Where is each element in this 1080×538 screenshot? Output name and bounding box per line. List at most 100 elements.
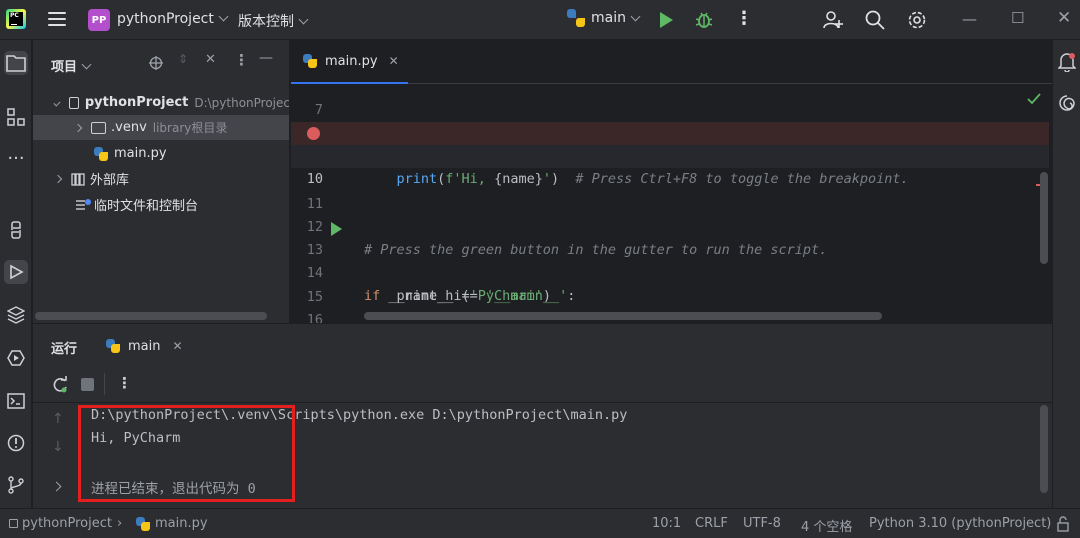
horizontal-scrollbar[interactable] — [35, 312, 267, 320]
chevron-down-icon — [53, 98, 61, 107]
run-tab-label: main — [128, 338, 161, 354]
problems-tool-icon[interactable] — [4, 431, 28, 455]
code-line: 13 if __name__ == '__main__': — [291, 216, 1049, 304]
run-config-selector[interactable]: main — [567, 9, 641, 27]
notifications-icon[interactable] — [1058, 52, 1076, 72]
python-file-icon — [94, 146, 108, 161]
close-tab-icon[interactable]: ✕ — [172, 339, 182, 353]
python-interpreter[interactable]: Python 3.10 (pythonProject) — [869, 516, 1051, 531]
code-line-current: 10 — [291, 145, 1049, 187]
gear-icon[interactable] — [906, 9, 928, 31]
project-icon — [9, 519, 18, 528]
vcs-menu[interactable]: 版本控制 — [238, 11, 309, 31]
add-user-icon[interactable] — [822, 9, 844, 31]
python-icon — [106, 339, 120, 353]
run-panel-header: 运行 main ✕ — [33, 323, 1052, 367]
tree-item-main-py[interactable]: main.py — [33, 141, 289, 166]
chevron-right-icon[interactable] — [51, 481, 62, 492]
minimize-icon[interactable]: — — [962, 10, 977, 28]
tree-item-external-libraries[interactable]: 外部库 — [33, 166, 289, 191]
python-file-icon — [136, 517, 150, 531]
tree-item-pythonproject[interactable]: pythonProject D:\pythonProjec — [33, 90, 290, 115]
run-tool-icon[interactable] — [4, 260, 28, 284]
maximize-icon[interactable]: ☐ — [1011, 9, 1024, 27]
stop-icon[interactable] — [81, 378, 94, 391]
run-icon[interactable] — [660, 12, 673, 28]
search-icon[interactable] — [864, 9, 886, 31]
project-tool-icon[interactable] — [4, 51, 28, 75]
code-line: 12 # Press the green button in the gutte… — [291, 193, 1049, 258]
layers-tool-icon[interactable] — [4, 303, 28, 327]
main-menu-icon[interactable] — [48, 12, 66, 26]
panel-options-icon[interactable]: ⋮ — [234, 51, 249, 69]
breadcrumb-file[interactable]: main.py — [155, 516, 208, 531]
horizontal-scrollbar[interactable] — [364, 312, 882, 320]
breakpoint-icon[interactable] — [307, 127, 320, 140]
folder-icon — [91, 121, 106, 134]
expand-collapse-icon[interactable]: ⇕ — [178, 52, 188, 66]
left-tool-strip: ··· — [0, 40, 32, 508]
terminal-tool-icon[interactable] — [4, 389, 28, 413]
folder-icon — [69, 96, 79, 109]
project-selector[interactable]: pythonProject — [117, 11, 229, 27]
chevron-right-icon — [73, 123, 83, 132]
caret-position[interactable]: 10:1 — [652, 516, 681, 531]
project-panel-title: 项目 — [51, 60, 78, 75]
debug-icon[interactable] — [694, 10, 714, 30]
project-panel-header[interactable]: 项目 — [51, 56, 92, 75]
code-line: 15 — [291, 263, 1049, 305]
code-line-breakpoint: print(f'Hi, {name}') # Press Ctrl+F8 to … — [291, 122, 1049, 187]
chevron-down-icon — [218, 11, 229, 22]
vcs-label: 版本控制 — [238, 14, 294, 30]
code-line: 16 # See PyCharm help at https://www.jet… — [291, 286, 1049, 323]
tree-item-venv[interactable]: .venv library根目录 — [33, 115, 289, 140]
vertical-scrollbar[interactable] — [1040, 172, 1048, 264]
scroll-down-icon[interactable]: ↓ — [52, 439, 64, 455]
python-icon — [567, 9, 585, 27]
structure-tool-icon[interactable] — [4, 105, 28, 129]
tree-item-scratches[interactable]: 临时文件和控制台 — [33, 192, 289, 217]
project-badge[interactable]: PP — [88, 9, 110, 31]
chevron-down-icon — [81, 59, 92, 70]
run-toolbar: ⋮ — [33, 367, 1052, 403]
check-icon[interactable] — [1027, 93, 1041, 105]
hide-panel-icon[interactable]: — — [259, 50, 273, 66]
more-actions-icon[interactable]: ⋮ — [735, 8, 753, 29]
indent-setting[interactable]: 4 个空格 — [801, 516, 852, 535]
services-tool-icon[interactable] — [4, 346, 28, 370]
tree-item-label: main.py — [114, 146, 167, 161]
gutter-run-icon[interactable] — [331, 222, 342, 236]
run-tab-main[interactable]: main ✕ — [106, 324, 183, 368]
rerun-icon[interactable] — [51, 376, 69, 394]
status-bar: pythonProject › main.py 10:1 CRLF UTF-8 … — [0, 508, 1080, 538]
tree-item-label: 临时文件和控制台 — [94, 199, 199, 214]
lock-icon[interactable] — [1056, 516, 1070, 532]
run-config-label: main — [591, 10, 626, 26]
code-line: 14 print_hi('PyCharm') — [291, 239, 1049, 304]
more-options-icon[interactable]: ⋮ — [117, 374, 132, 392]
tree-item-hint: library根目录 — [152, 121, 228, 135]
project-panel: 项目 ⇕ ✕ ⋮ — pythonProject D:\pythonProjec… — [33, 40, 290, 323]
more-tools-icon[interactable]: ··· — [4, 146, 28, 170]
python-console-icon[interactable] — [4, 218, 28, 242]
title-bar: PC PP pythonProject 版本控制 main ⋮ — ☐ ✕ — [0, 0, 1080, 40]
file-encoding[interactable]: UTF-8 — [743, 516, 781, 531]
breadcrumb-project[interactable]: pythonProject — [22, 516, 112, 531]
chevron-down-icon — [630, 11, 641, 22]
collapse-all-icon[interactable]: ✕ — [205, 52, 216, 67]
line-separator[interactable]: CRLF — [695, 516, 728, 531]
scroll-up-icon[interactable]: ↑ — [52, 411, 64, 427]
code-editor[interactable]: 7 def print_hi(name): 1个用法 # Use a break… — [291, 84, 1052, 323]
editor-tab-main-py[interactable]: main.py ✕ — [291, 40, 408, 84]
locate-file-icon[interactable] — [149, 56, 163, 70]
close-icon[interactable]: ✕ — [1057, 8, 1071, 28]
vertical-scrollbar[interactable] — [1040, 405, 1048, 493]
ai-assistant-icon[interactable] — [1058, 94, 1076, 112]
pycharm-logo-icon: PC — [6, 9, 26, 29]
git-tool-icon[interactable] — [4, 473, 28, 497]
highlight-box — [78, 405, 295, 502]
run-panel-title: 运行 — [51, 342, 78, 357]
tree-item-hint: D:\pythonProjec — [194, 95, 290, 110]
close-tab-icon[interactable]: ✕ — [389, 54, 399, 68]
tree-item-label: 外部库 — [90, 173, 130, 188]
